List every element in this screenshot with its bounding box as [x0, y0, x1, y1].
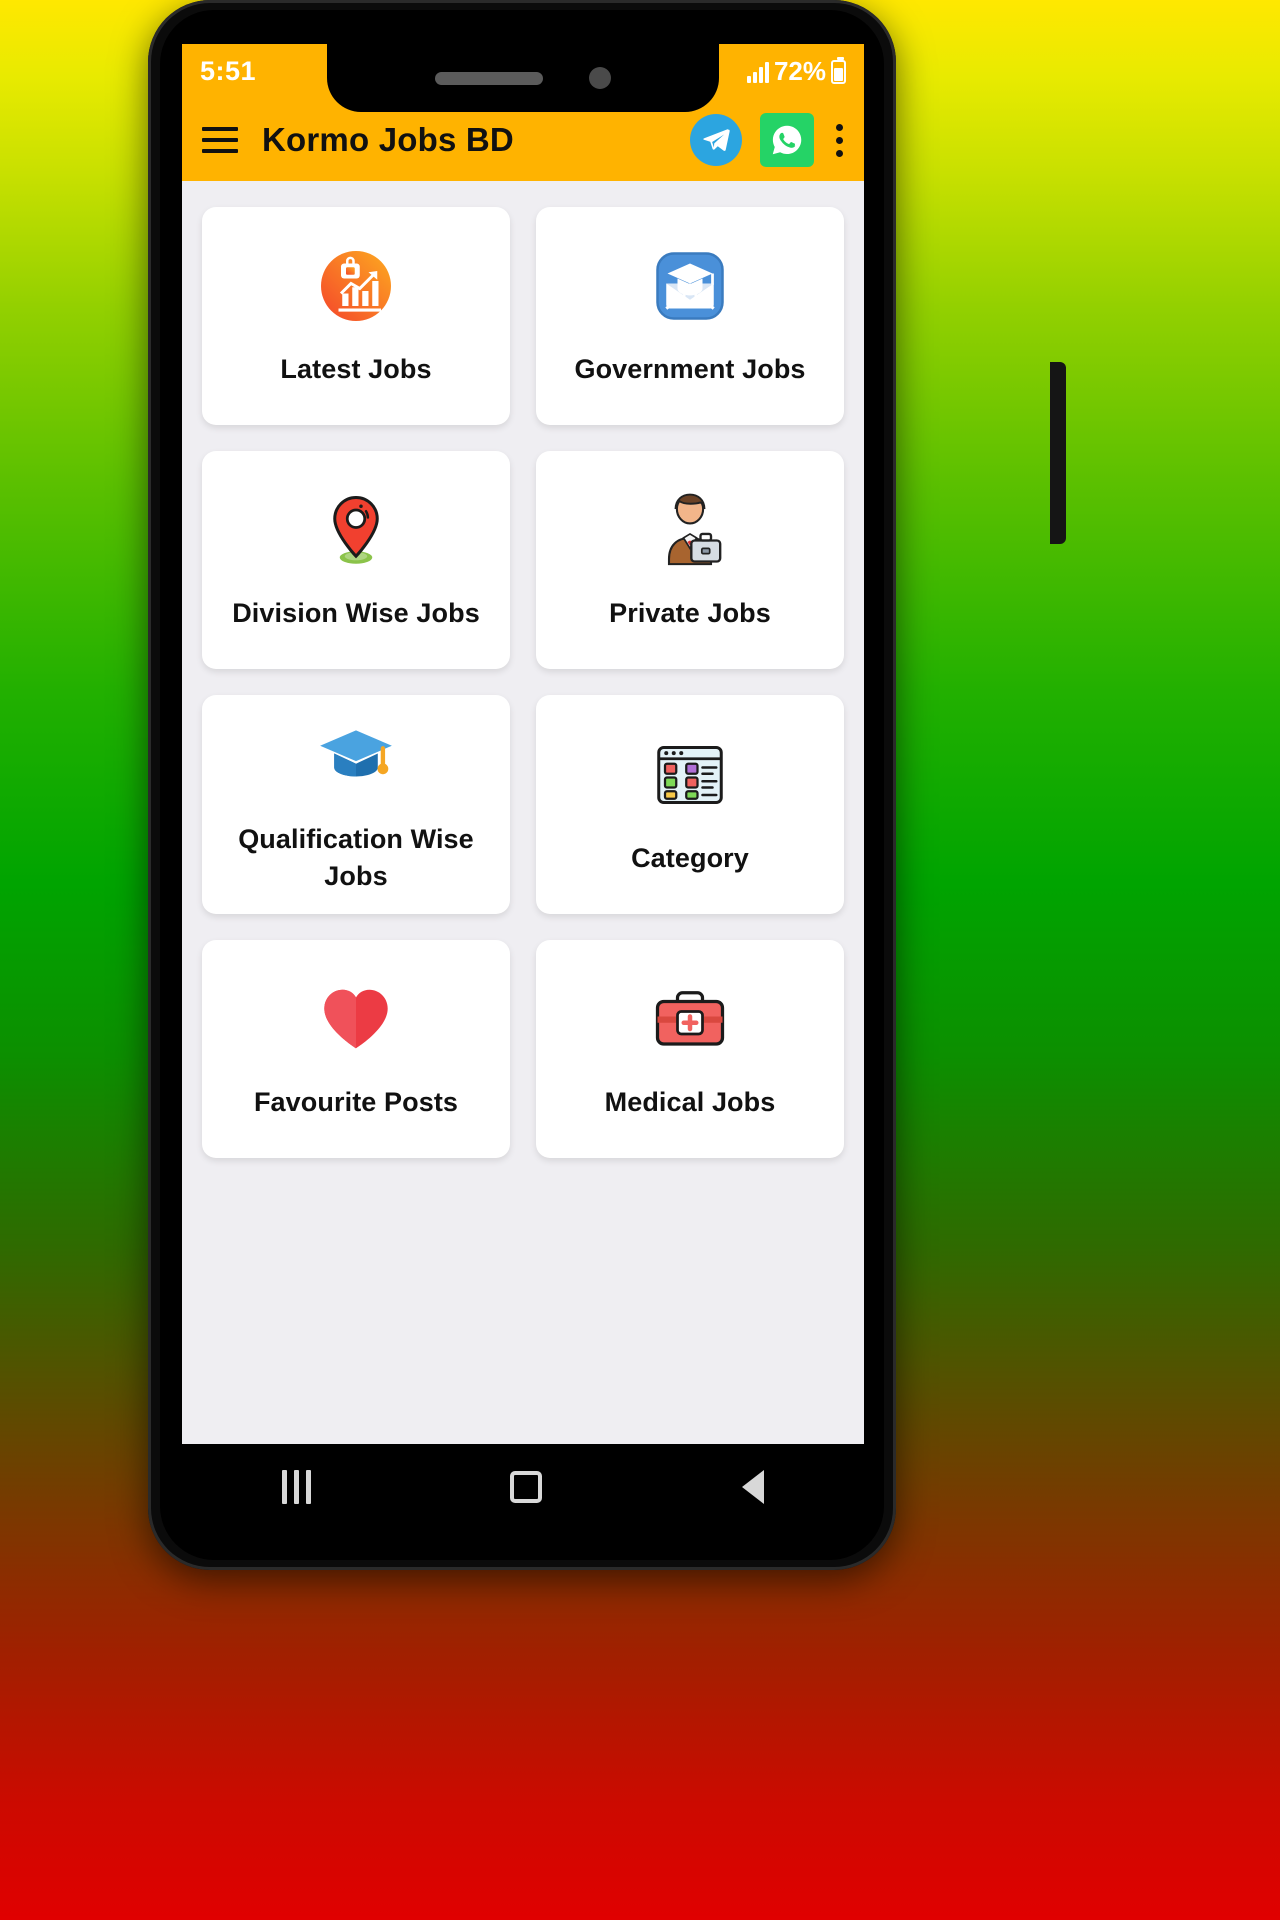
phone-screen: 5:51 72% Kormo Jobs BD Latest Jobs Gover…	[182, 44, 864, 1444]
battery-percent-label: 72%	[773, 56, 826, 86]
grid-card-label: Favourite Posts	[253, 1086, 459, 1117]
front-camera	[589, 67, 611, 89]
grid-card-category[interactable]: Category	[536, 695, 844, 914]
app-title: Kormo Jobs BD	[262, 121, 514, 158]
menu-grid: Latest Jobs Government Jobs Division Wis…	[202, 207, 844, 1158]
graduation-envelope-icon	[647, 243, 733, 329]
heart-icon	[313, 976, 399, 1062]
category-grid-icon	[647, 732, 733, 818]
signal-bars-icon	[746, 61, 769, 83]
whatsapp-icon[interactable]	[760, 113, 814, 167]
status-time: 5:51	[200, 56, 257, 86]
grid-card-medical-jobs[interactable]: Medical Jobs	[536, 939, 844, 1158]
grid-card-label: Qualification Wise Jobs	[238, 824, 474, 892]
medical-kit-icon	[647, 976, 733, 1062]
grid-card-government-jobs[interactable]: Government Jobs	[536, 207, 844, 425]
battery-icon	[831, 56, 846, 84]
grid-card-label: Category	[631, 842, 749, 873]
grid-card-label: Latest Jobs	[280, 354, 432, 385]
grid-card-label: Medical Jobs	[604, 1086, 776, 1117]
status-right-cluster: 72%	[746, 56, 846, 87]
map-pin-icon	[313, 487, 399, 573]
grid-card-label: Government Jobs	[574, 354, 806, 385]
grid-card-division-wise-jobs[interactable]: Division Wise Jobs	[202, 451, 510, 669]
power-button[interactable]	[1050, 362, 1066, 544]
hamburger-menu-icon[interactable]	[202, 127, 238, 153]
grid-card-favourite-posts[interactable]: Favourite Posts	[202, 939, 510, 1158]
grid-card-label: Private Jobs	[609, 598, 771, 629]
earpiece-speaker	[435, 71, 543, 85]
businessman-briefcase-icon	[647, 487, 733, 573]
recents-icon[interactable]	[256, 1460, 337, 1514]
back-icon[interactable]	[716, 1460, 790, 1514]
grid-card-qualification-wise-jobs[interactable]: Qualification Wise Jobs	[202, 695, 510, 914]
phone-notch	[327, 44, 719, 112]
home-icon[interactable]	[484, 1461, 568, 1513]
grid-card-private-jobs[interactable]: Private Jobs	[536, 451, 844, 669]
chart-growth-icon	[313, 243, 399, 329]
grid-card-latest-jobs[interactable]: Latest Jobs	[202, 207, 510, 425]
more-vertical-icon[interactable]	[836, 123, 844, 157]
graduation-cap-icon	[313, 713, 399, 799]
home-content: Latest Jobs Government Jobs Division Wis…	[182, 181, 864, 1444]
android-nav-bar	[182, 1444, 864, 1530]
grid-card-label: Division Wise Jobs	[232, 598, 480, 629]
telegram-icon[interactable]	[690, 114, 742, 166]
